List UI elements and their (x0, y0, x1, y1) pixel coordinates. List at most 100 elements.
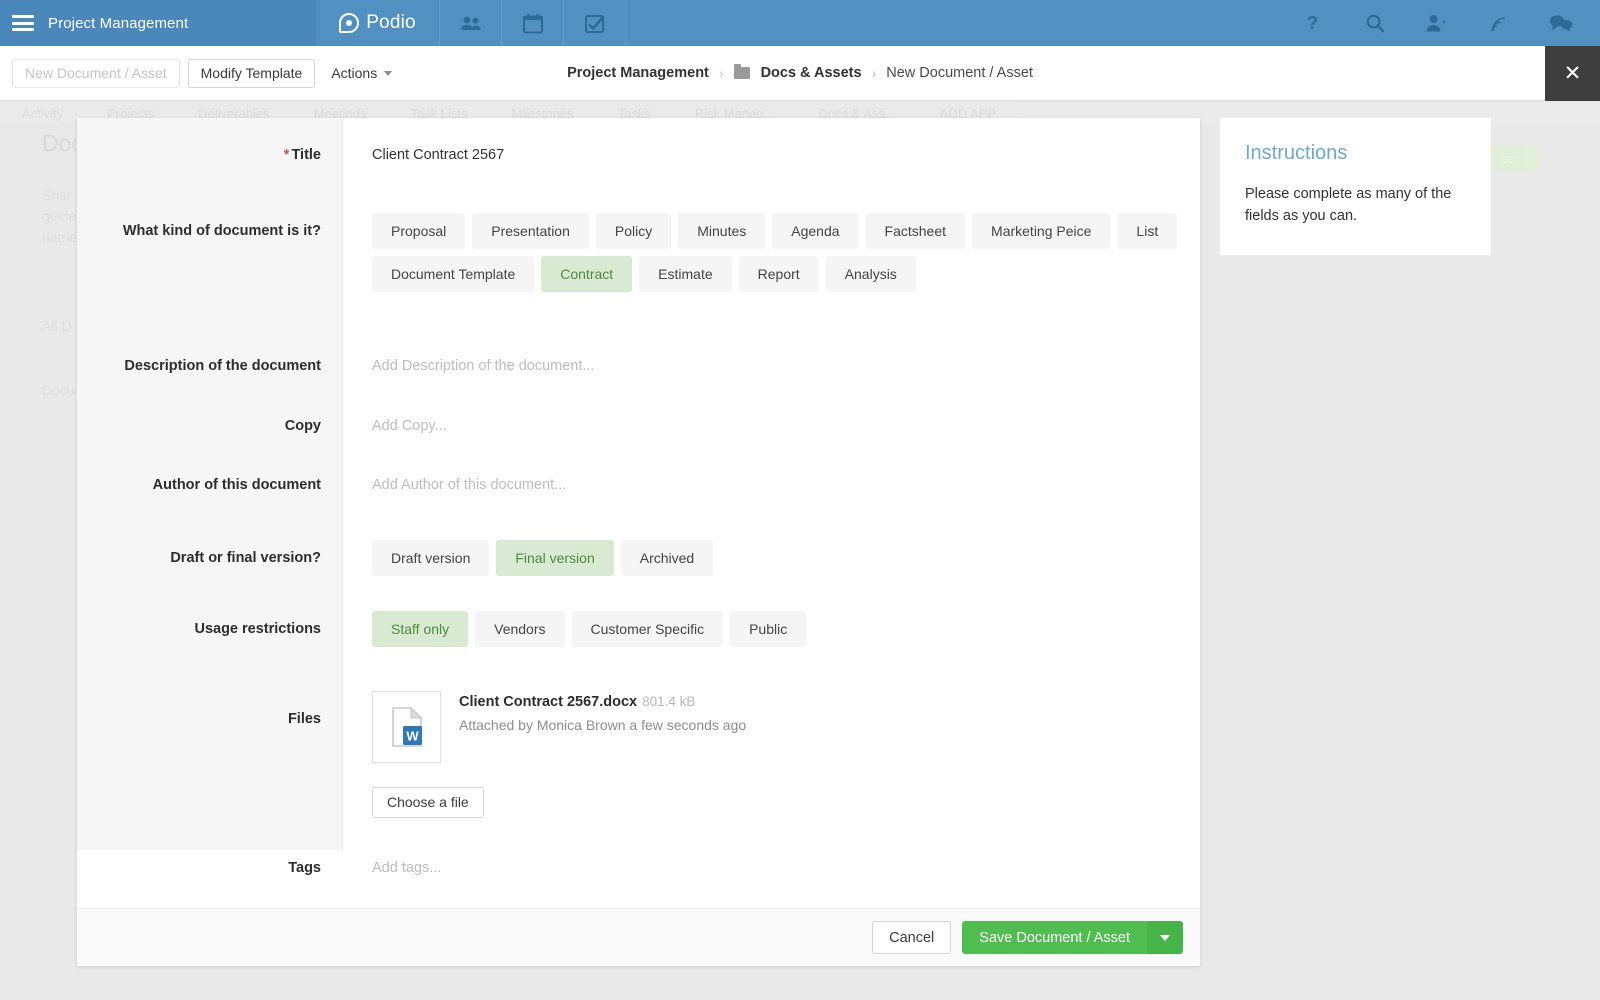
form-rows: * Title Client Contract 2567 What kind of… (77, 118, 1200, 877)
field-usage: Usage restrictions Staff only Vendors Cust… (77, 576, 1200, 647)
document-kind-option[interactable]: Presentation (472, 213, 589, 250)
tasks-icon[interactable] (564, 0, 626, 46)
usage-option[interactable]: Customer Specific (571, 610, 724, 647)
document-kind-chip-row: Proposal Presentation Policy Minutes Agenda F… (372, 213, 1200, 293)
tags-placeholder: Add tags... (372, 859, 442, 876)
document-kind-option[interactable]: List (1117, 213, 1178, 250)
field-label-copy: Copy (284, 417, 321, 434)
modify-template-button[interactable]: Modify Template (187, 58, 316, 88)
folder-icon (733, 64, 750, 79)
label-text: Title (291, 147, 321, 163)
description-input[interactable]: Add Description of the document... (343, 358, 1200, 374)
app-window: Activity Projects Deliverables Meetings Task… (0, 0, 1600, 1000)
cancel-button[interactable]: Cancel (872, 921, 952, 954)
document-kind-option[interactable]: Minutes (678, 213, 766, 250)
field-label-description: Description of the document (124, 358, 321, 375)
usage-chip-row: Staff only Vendors Customer Specific Public (372, 610, 1200, 647)
version-option[interactable]: Archived (620, 539, 714, 576)
background-tab: Activity (22, 105, 64, 121)
document-kind-option[interactable]: Estimate (639, 256, 732, 293)
word-document-icon: W (372, 690, 441, 763)
file-size: 801.4 kB (642, 693, 696, 709)
actions-menu[interactable]: Actions (331, 65, 393, 81)
file-name-text: Client Contract 2567.docx (459, 693, 638, 710)
breadcrumb-app[interactable]: Docs & Assets (761, 65, 862, 81)
field-label-usage: Usage restrictions (194, 620, 321, 637)
copy-input[interactable]: Add Copy... (343, 418, 1200, 434)
file-attachment[interactable]: W Client Contract 2567.docx 801.4 kB Atta… (372, 690, 1200, 763)
actions-label: Actions (331, 65, 378, 81)
field-tags: Tags Add tags... (77, 818, 1200, 877)
chevron-down-icon (1160, 934, 1170, 941)
save-button-group[interactable]: Save Document / Asset (962, 921, 1183, 954)
file-info: Client Contract 2567.docx 801.4 kB Attach… (459, 691, 746, 733)
usage-options: Staff only Vendors Customer Specific Public (343, 610, 1200, 647)
version-option[interactable]: Final version (496, 539, 614, 576)
document-kind-option[interactable]: Contract (541, 256, 633, 293)
field-description: Description of the document Add Descript… (77, 292, 1200, 375)
top-navigation-bar: Project Management Podio ? (0, 0, 1600, 46)
field-version: Draft or final version? Draft version Fin… (77, 495, 1200, 576)
breadcrumb-separator: › (718, 65, 724, 81)
svg-text:?: ? (1307, 13, 1318, 33)
document-kind-option[interactable]: Agenda (772, 213, 859, 250)
document-kind-option[interactable]: Proposal (372, 213, 466, 250)
document-kind-option[interactable]: Document Template (372, 256, 535, 293)
workspace-title: Project Management (48, 14, 189, 32)
field-document-kind: What kind of document is it? Proposal Pre… (77, 164, 1200, 293)
field-label-author: Author of this document (152, 477, 321, 494)
document-kind-option[interactable]: Factsheet (865, 213, 966, 250)
document-kind-option[interactable]: Analysis (825, 256, 916, 293)
profile-icon[interactable] (1406, 13, 1468, 33)
chat-icon[interactable] (1530, 13, 1592, 33)
instructions-body: Please complete as many of the fields as… (1245, 186, 1452, 224)
breadcrumb-separator-2: › (871, 65, 877, 81)
required-indicator: * (283, 147, 290, 163)
close-icon[interactable]: ✕ (1545, 46, 1600, 101)
search-icon[interactable] (1344, 13, 1406, 33)
breadcrumb-workspace[interactable]: Project Management (567, 65, 709, 81)
title-input[interactable]: Client Contract 2567 (343, 147, 1200, 163)
usage-option[interactable]: Vendors (475, 610, 565, 647)
field-label-files: Files (287, 710, 321, 727)
help-icon[interactable]: ? (1282, 13, 1344, 33)
document-kind-option[interactable]: Marketing Peice (972, 213, 1111, 250)
save-options-dropdown[interactable] (1147, 921, 1183, 954)
copy-placeholder: Add Copy... (372, 417, 447, 434)
field-label-version: Draft or final version? (170, 549, 321, 566)
description-placeholder: Add Description of the document... (372, 358, 595, 375)
form-body: * Title Client Contract 2567 What kind of… (77, 118, 1200, 908)
version-option[interactable]: Draft version (372, 539, 490, 576)
field-title: * Title Client Contract 2567 (77, 118, 1200, 164)
field-label-tags: Tags (288, 859, 321, 876)
document-kind-option[interactable]: Policy (595, 213, 672, 250)
breadcrumb-current: New Document / Asset (886, 65, 1033, 81)
file-name[interactable]: Client Contract 2567.docx 801.4 kB (459, 694, 746, 710)
podio-wordmark: Podio (366, 12, 416, 33)
save-button[interactable]: Save Document / Asset (962, 921, 1147, 954)
document-kind-option[interactable]: Report (738, 256, 819, 293)
version-options: Draft version Final version Archived (343, 539, 1200, 576)
activity-icon[interactable] (1468, 13, 1530, 33)
usage-option[interactable]: Staff only (372, 610, 469, 647)
content-toolbar: New Document / Asset Modify Template Act… (0, 46, 1600, 101)
podio-logo[interactable]: Podio (316, 0, 440, 46)
author-input[interactable]: Add Author of this document... (343, 477, 1200, 493)
instructions-panel: Instructions Please complete as many of … (1220, 118, 1491, 255)
contacts-icon[interactable] (440, 0, 502, 46)
hamburger-icon[interactable] (12, 15, 34, 31)
svg-text:W: W (406, 728, 419, 743)
usage-option[interactable]: Public (730, 610, 807, 647)
new-document-button[interactable]: New Document / Asset (12, 58, 180, 88)
document-kind-options: Proposal Presentation Policy Minutes Agenda F… (343, 213, 1200, 293)
author-placeholder: Add Author of this document... (372, 477, 567, 494)
chevron-down-icon (384, 70, 393, 76)
form-footer: Cancel Save Document / Asset (77, 908, 1200, 966)
podio-mark-icon (339, 13, 360, 33)
choose-file-button[interactable]: Choose a file (372, 786, 484, 818)
files-area: W Client Contract 2567.docx 801.4 kB Atta… (343, 690, 1200, 818)
tags-input[interactable]: Add tags... (343, 860, 1200, 876)
version-chip-row: Draft version Final version Archived (372, 539, 1200, 576)
calendar-icon[interactable] (502, 0, 564, 46)
